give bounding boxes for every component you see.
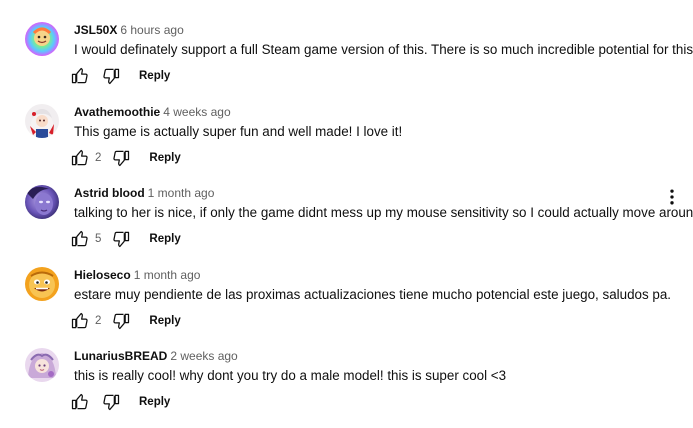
reply-button[interactable]: Reply [139, 390, 170, 414]
comment-thread: LunariusBREAD 2 weeks ago this is really … [0, 348, 693, 428]
comment-text: talking to her is nice, if only the game… [74, 205, 693, 220]
author-avatar[interactable] [25, 185, 59, 219]
comment-header: JSL50X 6 hours ago [74, 22, 184, 38]
purple-face-avatar-icon [25, 185, 59, 219]
thumbs-up-icon [71, 312, 88, 329]
more-vertical-icon [670, 189, 674, 205]
comment-text: I would definately support a full Steam … [74, 42, 693, 57]
thumbs-down-icon [113, 150, 130, 167]
like-count: 5 [95, 233, 102, 245]
author-avatar[interactable] [25, 348, 59, 382]
cartoon-face-avatar-icon [25, 267, 59, 301]
comment-thread: JSL50X 6 hours ago I would definately sup… [0, 22, 693, 102]
comment-timestamp[interactable]: 1 month ago [148, 186, 215, 200]
comment-author[interactable]: Hieloseco [74, 268, 131, 282]
thumbs-down-icon [113, 313, 130, 330]
comment-menu-button[interactable] [660, 185, 684, 209]
comment-thread: Hieloseco 1 month ago estare muy pendient… [0, 267, 693, 347]
like-button[interactable] [66, 388, 94, 416]
comment-actions: Reply [66, 62, 170, 90]
reply-button[interactable]: Reply [139, 64, 170, 88]
comment-thread: Avathemoothie 4 weeks ago This game is ac… [0, 104, 693, 184]
comment-header: Astrid blood 1 month ago [74, 185, 214, 201]
like-count: 2 [95, 315, 102, 327]
thumbs-up-icon [71, 67, 88, 84]
comment-actions: 5 Reply [66, 225, 181, 253]
comment-timestamp[interactable]: 6 hours ago [120, 23, 183, 37]
like-button[interactable] [66, 307, 94, 335]
comment-text: estare muy pendiente de las proximas act… [74, 287, 671, 302]
like-button[interactable] [66, 144, 94, 172]
comment-text: this is really cool! why dont you try do… [74, 368, 507, 383]
dislike-button[interactable] [97, 62, 125, 90]
thumbs-down-icon [113, 231, 130, 248]
like-button[interactable] [66, 62, 94, 90]
pastel-character-avatar-icon [25, 348, 59, 382]
comment-author[interactable]: JSL50X [74, 23, 117, 37]
comment-actions: Reply [66, 388, 170, 416]
thumbs-down-icon [103, 68, 120, 85]
thumbs-down-icon [103, 394, 120, 411]
comment-author[interactable]: Astrid blood [74, 186, 145, 200]
thumbs-up-icon [71, 149, 88, 166]
comment-header: LunariusBREAD 2 weeks ago [74, 348, 238, 364]
comment-header: Avathemoothie 4 weeks ago [74, 104, 231, 120]
comment-author[interactable]: Avathemoothie [74, 105, 160, 119]
dislike-button[interactable] [107, 307, 135, 335]
comment-actions: 2 Reply [66, 307, 181, 335]
anime-character-avatar-icon [25, 104, 59, 138]
like-button[interactable] [66, 225, 94, 253]
comment-actions: 2 Reply [66, 144, 181, 172]
author-avatar[interactable] [25, 104, 59, 138]
comment-author[interactable]: LunariusBREAD [74, 349, 167, 363]
thumbs-up-icon [71, 230, 88, 247]
comment-timestamp[interactable]: 2 weeks ago [170, 349, 237, 363]
comment-header: Hieloseco 1 month ago [74, 267, 200, 283]
comment-text: This game is actually super fun and well… [74, 124, 403, 139]
comment-timestamp[interactable]: 4 weeks ago [163, 105, 230, 119]
dislike-button[interactable] [107, 144, 135, 172]
dislike-button[interactable] [97, 388, 125, 416]
reply-button[interactable]: Reply [149, 227, 180, 251]
reply-button[interactable]: Reply [149, 309, 180, 333]
thumbs-up-icon [71, 393, 88, 410]
dislike-button[interactable] [107, 225, 135, 253]
reply-button[interactable]: Reply [149, 146, 180, 170]
author-avatar[interactable] [25, 267, 59, 301]
comment-thread: Astrid blood 1 month ago talking to her i… [0, 185, 693, 265]
comment-timestamp[interactable]: 1 month ago [134, 268, 201, 282]
rainbow-portrait-avatar-icon [25, 22, 59, 56]
author-avatar[interactable] [25, 22, 59, 56]
like-count: 2 [95, 152, 102, 164]
